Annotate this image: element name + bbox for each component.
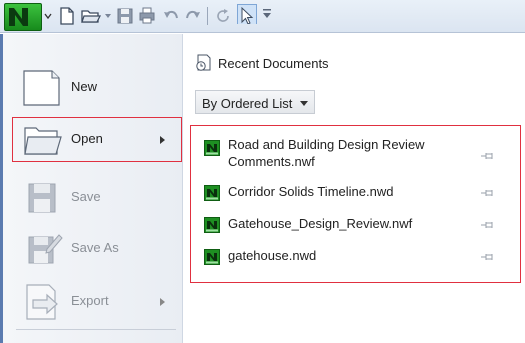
recent-documents-list: Road and Building Design Review Comments… xyxy=(190,125,521,283)
undo-icon[interactable] xyxy=(162,6,180,26)
export-icon xyxy=(26,284,58,320)
open-folder-icon[interactable] xyxy=(80,6,102,26)
menu-item-label: Save xyxy=(71,189,101,204)
save-icon[interactable] xyxy=(116,6,134,26)
recent-documents-pane: Recent Documents By Ordered List Road an… xyxy=(184,34,525,343)
menu-item-open[interactable]: Open xyxy=(12,117,182,162)
print-icon[interactable] xyxy=(138,6,156,26)
recent-document-name: Corridor Solids Timeline.nwd xyxy=(228,184,394,199)
navisworks-file-icon xyxy=(204,140,220,156)
recent-document-item[interactable]: Road and Building Design Review Comments… xyxy=(199,136,509,172)
submenu-arrow-icon xyxy=(160,136,165,144)
customize-icon[interactable] xyxy=(262,8,272,28)
pin-icon[interactable] xyxy=(481,152,495,160)
recent-documents-title: Recent Documents xyxy=(218,56,329,71)
menu-item-label: New xyxy=(71,79,98,94)
menu-item-label: Open xyxy=(71,131,103,146)
recent-document-item[interactable]: gatehouse.nwd xyxy=(199,247,509,267)
navisworks-file-icon xyxy=(204,185,220,201)
order-dropdown-value: By Ordered List xyxy=(202,96,293,111)
submenu-arrow-icon xyxy=(160,298,165,306)
menu-divider xyxy=(16,329,176,330)
chevron-down-icon xyxy=(300,101,308,106)
order-dropdown[interactable]: By Ordered List xyxy=(195,90,315,114)
navisworks-file-icon xyxy=(204,217,220,233)
menu-item-save-as[interactable]: Save As xyxy=(13,227,183,271)
recent-document-name: gatehouse.nwd xyxy=(228,248,317,263)
pin-icon[interactable] xyxy=(481,189,495,197)
menu-item-save[interactable]: Save xyxy=(13,176,183,220)
pin-icon[interactable] xyxy=(481,253,495,261)
save-disk-icon xyxy=(28,183,56,213)
app-menu-dropdown-icon[interactable] xyxy=(44,12,52,32)
menu-item-label: Export xyxy=(71,293,109,308)
menu-item-new[interactable]: New xyxy=(13,66,183,110)
redo-icon[interactable] xyxy=(184,6,202,26)
new-file-icon[interactable] xyxy=(58,6,76,26)
recent-document-item[interactable]: Corridor Solids Timeline.nwd xyxy=(199,183,509,203)
navisworks-file-icon xyxy=(204,249,220,265)
recent-documents-icon xyxy=(196,54,211,71)
recent-document-name: Road and Building Design Review Comments… xyxy=(228,137,425,169)
application-menu-button[interactable]: N xyxy=(4,3,42,31)
new-document-icon xyxy=(23,70,60,106)
save-as-icon xyxy=(28,234,63,264)
navisworks-logo-icon xyxy=(9,8,28,26)
refresh-icon[interactable] xyxy=(213,6,233,26)
open-folder-icon xyxy=(24,127,62,155)
recent-document-name: Gatehouse_Design_Review.nwf xyxy=(228,216,413,231)
toolbar-separator xyxy=(207,7,208,25)
quick-access-toolbar: N xyxy=(0,0,525,33)
menu-item-export[interactable]: Export xyxy=(13,280,183,324)
recent-document-item[interactable]: Gatehouse_Design_Review.nwf xyxy=(199,215,509,235)
pin-icon[interactable] xyxy=(481,221,495,229)
select-cursor-icon[interactable] xyxy=(237,4,257,24)
menu-item-label: Save As xyxy=(71,240,119,255)
dropdown-icon[interactable] xyxy=(104,12,112,32)
